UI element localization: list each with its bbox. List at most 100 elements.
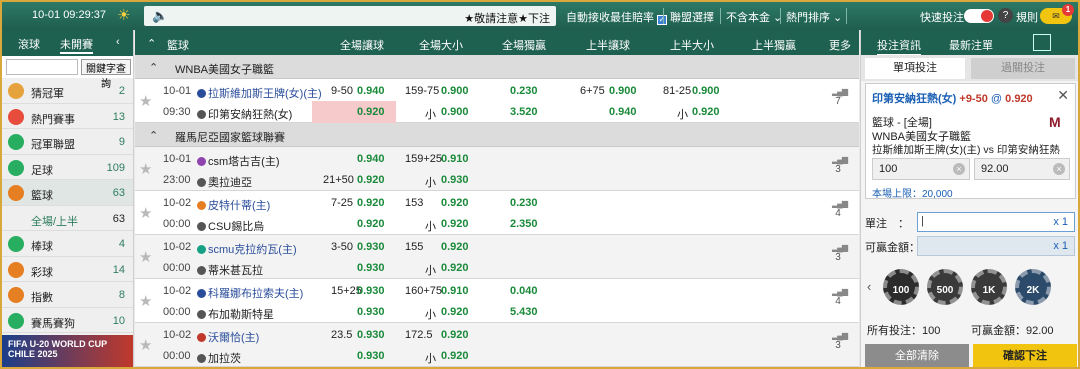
odds-button[interactable]: 0.930 xyxy=(357,241,385,253)
favorite-star-icon[interactable]: ★ xyxy=(139,336,152,354)
odds-button[interactable]: 2.350 xyxy=(510,218,538,230)
confirm-bet-button[interactable]: 確認下注 xyxy=(973,344,1077,367)
more-markets-button[interactable]: ▂▄▆ 3 xyxy=(832,243,848,263)
away-team: CSU錫比烏 xyxy=(197,218,264,234)
promo-banner[interactable]: FIFA U-20 WORLD CUP CHILE 2025 xyxy=(2,335,133,367)
sidebar-item-9[interactable]: 賽馬賽狗 10 xyxy=(2,308,133,333)
clear-all-button[interactable]: 全部清除 xyxy=(865,344,969,367)
keyword-search-button[interactable]: 關鍵字查詢 xyxy=(81,59,131,90)
sidebar-item-5[interactable]: 全場/上半 63 xyxy=(2,206,133,231)
odds-button[interactable]: 0.920 xyxy=(441,241,469,253)
more-markets-button[interactable]: ▂▄▆ 4 xyxy=(832,287,848,307)
odds-button[interactable]: 0.920 xyxy=(357,197,385,209)
odds-button[interactable]: 0.920 xyxy=(441,306,469,318)
odds-button[interactable]: 0.900 xyxy=(692,85,720,97)
checkbox-icon[interactable]: ✓ xyxy=(657,15,667,25)
tab-live[interactable]: 滾球 xyxy=(18,36,40,52)
chip-1k[interactable]: 1K xyxy=(971,269,1007,305)
odds-button[interactable]: 0.930 xyxy=(357,306,385,318)
odds-button[interactable]: 0.900 xyxy=(609,85,637,97)
odds-button[interactable]: 0.920 xyxy=(441,197,469,209)
odds-button[interactable]: 0.920 xyxy=(441,262,469,274)
odds-button[interactable]: 3.520 xyxy=(510,106,538,118)
tab-parlay[interactable]: 過關投注 xyxy=(971,58,1075,79)
chip-100[interactable]: 100 xyxy=(883,269,919,305)
odds-button[interactable]: 0.940 xyxy=(357,85,385,97)
more-markets-button[interactable]: ▂▄▆ 7 xyxy=(832,87,848,107)
sidebar-item-1[interactable]: 熱門賽事 13 xyxy=(2,104,133,129)
currency-dropdown[interactable]: 不含本金 ⌄ xyxy=(726,9,782,25)
tab-bet-info[interactable]: 投注資訊 xyxy=(877,37,921,56)
favorite-star-icon[interactable]: ★ xyxy=(139,160,152,178)
min-input[interactable]: 100 × xyxy=(872,158,970,180)
help-icon[interactable]: ? xyxy=(998,8,1013,23)
league-select-button[interactable]: 聯盟選擇 xyxy=(670,9,714,25)
sidebar-item-6[interactable]: 棒球 4 xyxy=(2,231,133,257)
auto-best-odds-toggle[interactable]: 自動接收最佳賠率 ✓ xyxy=(566,9,667,25)
odds-button[interactable]: 0.930 xyxy=(357,262,385,274)
odds-button[interactable]: 0.930 xyxy=(357,285,385,297)
more-markets-button[interactable]: ▂▄▆ 4 xyxy=(832,199,848,219)
odds-button[interactable]: 0.920 xyxy=(441,329,469,341)
max-input[interactable]: 92.00 × xyxy=(974,158,1070,180)
odds-button[interactable]: 0.040 xyxy=(510,285,538,297)
basketball-icon xyxy=(8,185,24,201)
quick-bet-toggle[interactable] xyxy=(964,9,994,23)
collapse-all-icon[interactable]: ⌃ xyxy=(147,37,156,50)
close-icon[interactable]: ✕ xyxy=(1057,87,1069,104)
bar-chart-icon: ▂▄▆ xyxy=(832,199,848,208)
sort-dropdown[interactable]: 熱門排序 ⌄ xyxy=(786,9,842,25)
odds-button[interactable]: 0.910 xyxy=(441,153,469,165)
odds-button[interactable]: 0.230 xyxy=(510,197,538,209)
sidebar-item-2[interactable]: 冠軍聯盟 9 xyxy=(2,129,133,155)
match-date: 10-01 xyxy=(163,85,192,97)
odds-button[interactable]: 0.920 xyxy=(357,218,385,230)
tab-single-bet[interactable]: 單項投注 xyxy=(865,58,965,79)
notification-button[interactable]: ✉ 1 xyxy=(1040,4,1074,24)
stats-icon[interactable]: M xyxy=(1049,114,1067,130)
league-header[interactable]: ⌃ WNBA美國女子職籃 xyxy=(135,55,859,79)
sidebar-item-8[interactable]: 指數 8 xyxy=(2,282,133,308)
chip-500[interactable]: 500 xyxy=(927,269,963,305)
sidebar-item-4[interactable]: 籃球 63 xyxy=(2,180,133,206)
odds-button[interactable]: 0.910 xyxy=(441,285,469,297)
notice-marquee[interactable]: 🔈 ★敬請注意★下注 xyxy=(144,6,556,26)
odds-button[interactable]: 0.900 xyxy=(441,85,469,97)
odds-button[interactable]: 0.920 xyxy=(441,350,469,362)
chevron-up-icon[interactable]: ⌃ xyxy=(149,129,158,142)
odds-button[interactable]: 0.920 xyxy=(357,174,385,186)
odds-button[interactable]: 0.930 xyxy=(357,329,385,341)
favorite-star-icon[interactable]: ★ xyxy=(139,204,152,222)
stake-input[interactable]: | x 1 xyxy=(917,212,1075,232)
odds-button[interactable]: 0.940 xyxy=(609,106,637,118)
sidebar-item-0[interactable]: 猜冠軍 2 xyxy=(2,78,133,104)
tab-latest-bets[interactable]: 最新注單 xyxy=(949,37,993,53)
sidebar-item-7[interactable]: 彩球 14 xyxy=(2,257,133,282)
favorite-star-icon[interactable]: ★ xyxy=(139,248,152,266)
more-markets-button[interactable]: ▂▄▆ 3 xyxy=(832,331,848,351)
rules-link[interactable]: 規則 xyxy=(1016,9,1038,25)
tab-upcoming[interactable]: 未開賽 xyxy=(60,36,93,54)
odds-button[interactable]: 0.930 xyxy=(441,174,469,186)
odds-button[interactable]: 0.230 xyxy=(510,85,538,97)
match-time: 00:00 xyxy=(163,218,191,230)
more-markets-button[interactable]: ▂▄▆ 3 xyxy=(832,155,848,175)
chevron-left-icon[interactable]: ‹ xyxy=(867,279,871,294)
chip-2k[interactable]: 2K xyxy=(1015,269,1051,305)
favorite-star-icon[interactable]: ★ xyxy=(139,292,152,310)
odds-button[interactable]: 5.430 xyxy=(510,306,538,318)
sidebar-item-3[interactable]: 足球 109 xyxy=(2,155,133,180)
odds-button[interactable]: 0.920 xyxy=(692,106,720,118)
collapse-icon[interactable]: ‹ xyxy=(116,36,120,48)
calculator-icon[interactable] xyxy=(1033,34,1051,51)
stake-row: 單注 ： | x 1 xyxy=(861,211,1078,233)
favorite-star-icon[interactable]: ★ xyxy=(139,92,152,110)
chevron-up-icon[interactable]: ⌃ xyxy=(149,61,158,74)
search-input[interactable] xyxy=(6,59,78,75)
odds-button[interactable]: 0.920 xyxy=(441,218,469,230)
odds-button[interactable]: 0.920 xyxy=(357,106,385,118)
odds-button[interactable]: 0.900 xyxy=(441,106,469,118)
odds-button[interactable]: 0.930 xyxy=(357,350,385,362)
league-header[interactable]: ⌃ 羅馬尼亞國家籃球聯賽 xyxy=(135,123,859,147)
odds-button[interactable]: 0.940 xyxy=(357,153,385,165)
